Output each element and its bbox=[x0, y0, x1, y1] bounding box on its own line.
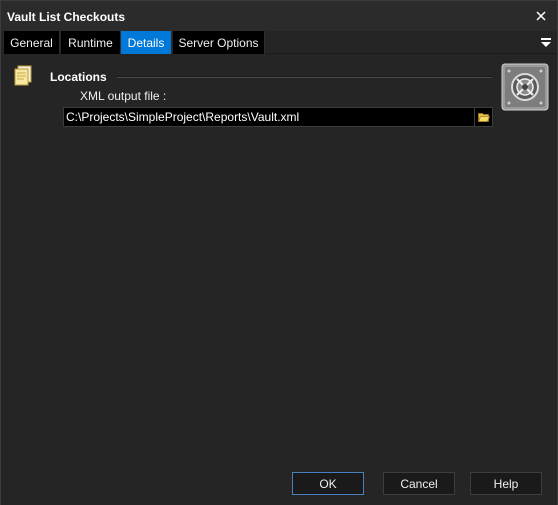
menu-icon bbox=[541, 38, 551, 47]
title-bar: Vault List Checkouts bbox=[1, 1, 557, 31]
dialog-window: Vault List Checkouts General Runtime Det… bbox=[0, 0, 558, 505]
section-title: Locations bbox=[50, 70, 107, 84]
window-title: Vault List Checkouts bbox=[7, 10, 126, 24]
folder-open-icon bbox=[477, 113, 490, 122]
tab-strip: General Runtime Details Server Options bbox=[4, 31, 557, 54]
details-panel: Locations XML output file : bbox=[4, 55, 557, 465]
cancel-button[interactable]: Cancel bbox=[383, 472, 455, 495]
section-divider bbox=[117, 76, 492, 78]
tab-menu-button[interactable] bbox=[539, 35, 553, 49]
tab-server-options[interactable]: Server Options bbox=[173, 31, 265, 54]
tab-general[interactable]: General bbox=[4, 31, 60, 54]
xml-output-label: XML output file : bbox=[80, 89, 167, 103]
tab-details[interactable]: Details bbox=[121, 31, 172, 54]
ok-button[interactable]: OK bbox=[292, 472, 364, 495]
xml-output-field[interactable] bbox=[63, 107, 475, 127]
close-button[interactable] bbox=[531, 6, 551, 26]
help-button[interactable]: Help bbox=[470, 472, 542, 495]
button-bar: OK Cancel Help bbox=[1, 465, 557, 505]
vault-icon bbox=[501, 63, 549, 111]
folder-icon bbox=[14, 65, 32, 86]
close-icon bbox=[536, 11, 546, 21]
browse-button[interactable] bbox=[475, 107, 493, 127]
tab-runtime[interactable]: Runtime bbox=[61, 31, 121, 54]
